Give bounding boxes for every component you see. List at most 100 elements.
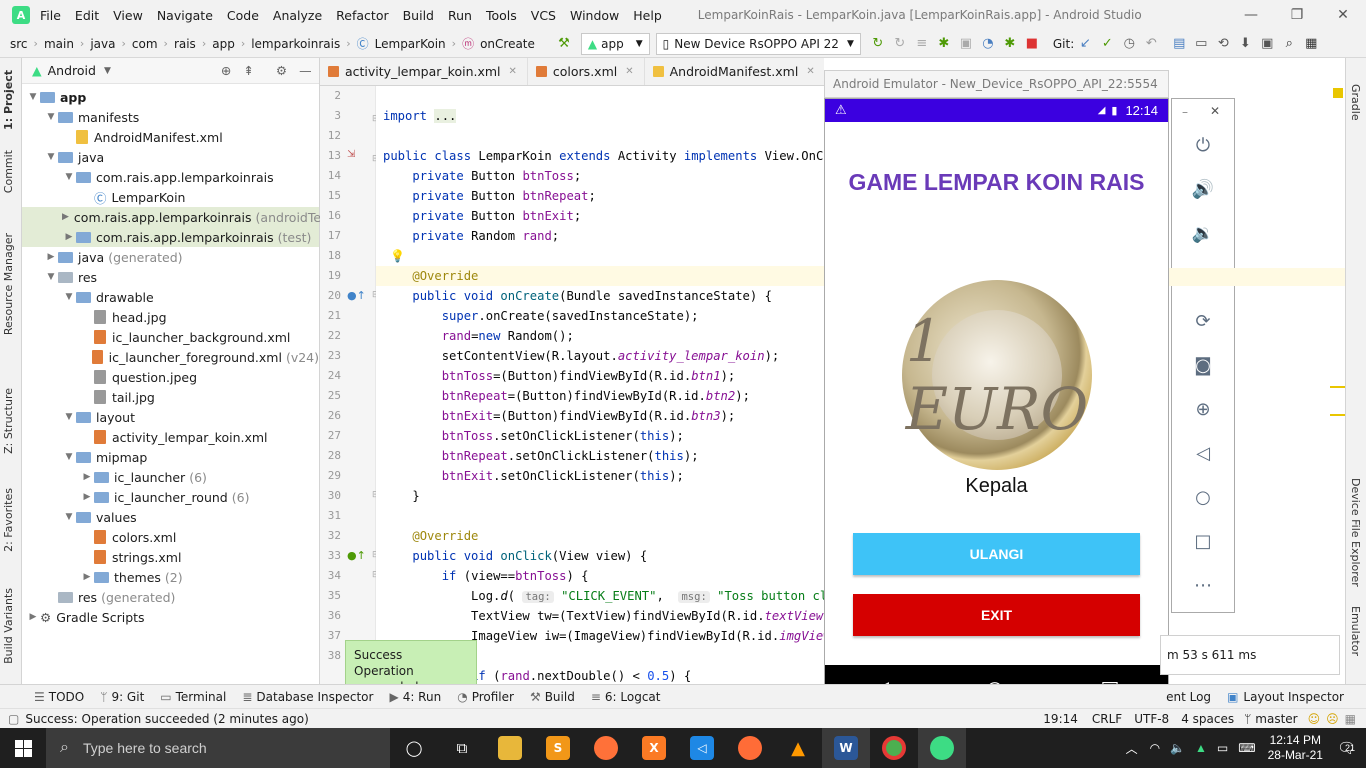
lightbulb-icon[interactable]: 💡 bbox=[390, 249, 405, 263]
chevron-icon[interactable]: ▼ bbox=[62, 512, 76, 522]
tab-device-file-explorer[interactable]: Device File Explorer bbox=[1349, 478, 1362, 587]
exit-button[interactable]: EXIT bbox=[853, 594, 1140, 636]
tool-tab-4-run[interactable]: ▶ 4: Run bbox=[389, 690, 441, 704]
line-separator[interactable]: CRLF bbox=[1092, 712, 1122, 726]
breadcrumb-item[interactable]: rais bbox=[174, 37, 196, 51]
tree-item[interactable]: AndroidManifest.xml bbox=[22, 127, 319, 147]
chevron-icon[interactable]: ▶ bbox=[80, 492, 94, 502]
chevron-icon[interactable]: ▼ bbox=[26, 92, 40, 102]
chevron-icon[interactable]: ▶ bbox=[80, 572, 94, 582]
camera-icon[interactable]: ◙ bbox=[1172, 355, 1234, 376]
tree-item[interactable]: head.jpg bbox=[22, 307, 319, 327]
tab-favorites[interactable]: 2: Favorites bbox=[2, 488, 15, 552]
chevron-icon[interactable]: ▼ bbox=[62, 452, 76, 462]
menu-tools[interactable]: Tools bbox=[486, 8, 517, 23]
chrome-icon[interactable] bbox=[870, 728, 918, 768]
code-editor[interactable]: import ... public class LemparKoin exten… bbox=[376, 86, 825, 684]
firefox-icon[interactable] bbox=[582, 728, 630, 768]
tree-item[interactable]: ▼ java bbox=[22, 147, 319, 167]
tree-item[interactable]: ▼ layout bbox=[22, 407, 319, 427]
tree-item[interactable]: ▶ com.rais.app.lemparkoinrais (androidTest… bbox=[22, 207, 337, 227]
rerun-icon[interactable]: ↻ bbox=[867, 36, 889, 51]
menu-view[interactable]: View bbox=[113, 8, 143, 23]
android-tray-icon[interactable]: ▲ bbox=[1195, 741, 1207, 755]
tree-item[interactable]: ▶ themes (2) bbox=[22, 567, 319, 587]
power-icon[interactable]: ⏻ bbox=[1172, 135, 1234, 156]
locate-icon[interactable]: ⊕ bbox=[221, 63, 231, 78]
history-icon[interactable]: ◷ bbox=[1118, 36, 1140, 51]
maximize-button[interactable]: ❐ bbox=[1274, 0, 1320, 30]
breadcrumb-item[interactable]: LemparKoin bbox=[375, 37, 446, 51]
tool-tab-database-inspector[interactable]: ≣ Database Inspector bbox=[242, 690, 373, 704]
tree-item[interactable]: Ⓒ LemparKoin bbox=[22, 187, 319, 207]
tree-item[interactable]: ▶ ic_launcher (6) bbox=[22, 467, 319, 487]
chevron-icon[interactable]: ▶ bbox=[62, 232, 76, 242]
apply-changes-icon[interactable]: ↻ bbox=[889, 36, 911, 51]
tool-tab-terminal[interactable]: ▭ Terminal bbox=[160, 690, 226, 704]
event-log-tab[interactable]: ent Log bbox=[1166, 690, 1211, 704]
tree-item[interactable]: ▼ manifests bbox=[22, 107, 319, 127]
tab-androidmanifest-xml[interactable]: AndroidManifest.xml ✕ bbox=[645, 58, 824, 85]
tree-item[interactable]: res (generated) bbox=[22, 587, 319, 607]
hammer-icon[interactable]: ⚒ bbox=[553, 36, 575, 51]
status-icon[interactable]: ▢ bbox=[8, 712, 19, 726]
close-tab-icon[interactable]: ✕ bbox=[625, 66, 633, 77]
tab-build-variants[interactable]: Build Variants bbox=[2, 588, 15, 664]
menu-help[interactable]: Help bbox=[633, 8, 662, 23]
caret-position[interactable]: 19:14 bbox=[1043, 712, 1078, 726]
indent-setting[interactable]: 4 spaces bbox=[1181, 712, 1234, 726]
menu-refactor[interactable]: Refactor bbox=[336, 8, 388, 23]
file-encoding[interactable]: UTF-8 bbox=[1134, 712, 1169, 726]
tool-tab-9-git[interactable]: ᛘ 9: Git bbox=[100, 690, 144, 704]
search-icon[interactable]: ⌕ bbox=[1278, 36, 1300, 51]
language-icon[interactable]: ⌨ bbox=[1238, 741, 1255, 755]
breadcrumb-item[interactable]: app bbox=[212, 37, 235, 51]
volume-down-icon[interactable]: 🔉 bbox=[1172, 223, 1234, 244]
breadcrumb-item[interactable]: src bbox=[10, 37, 28, 51]
layout-inspector-tab[interactable]: Layout Inspector bbox=[1243, 690, 1344, 704]
wifi-icon[interactable]: ◠ bbox=[1150, 741, 1160, 755]
attach-debugger-icon[interactable]: ▣ bbox=[955, 36, 977, 51]
chevron-icon[interactable]: ▶ bbox=[62, 212, 69, 222]
more-icon[interactable]: ⋯ bbox=[1172, 575, 1234, 596]
tray-expand-icon[interactable]: ︿ bbox=[1126, 740, 1138, 757]
chevron-down-icon[interactable]: ▼ bbox=[104, 66, 111, 76]
chevron-icon[interactable]: ▼ bbox=[44, 112, 58, 122]
chevron-icon[interactable]: ▼ bbox=[62, 172, 76, 182]
sync-gradle-icon[interactable]: ⟲ bbox=[1212, 36, 1234, 51]
rotate-right-icon[interactable]: ⟳ bbox=[1172, 311, 1234, 332]
tree-item[interactable]: ▶ com.rais.app.lemparkoinrais (test) bbox=[22, 227, 319, 247]
tree-item[interactable]: activity_lempar_koin.xml bbox=[22, 427, 319, 447]
status-message[interactable]: Success: Operation succeeded (2 minutes … bbox=[25, 712, 308, 726]
git-commit-icon[interactable]: ✓ bbox=[1096, 36, 1118, 51]
tree-item[interactable]: ▼ res bbox=[22, 267, 319, 287]
hide-icon[interactable]: — bbox=[299, 63, 312, 78]
tab-project[interactable]: 1: Project bbox=[2, 70, 15, 130]
back-icon[interactable]: ◁ bbox=[1172, 443, 1234, 464]
gear-icon[interactable]: ⚙ bbox=[276, 63, 287, 78]
profile-icon[interactable]: ◔ bbox=[977, 36, 999, 51]
tree-item[interactable]: ▼ mipmap bbox=[22, 447, 319, 467]
overview-icon[interactable]: □ bbox=[1172, 531, 1234, 552]
chevron-icon[interactable]: ▼ bbox=[62, 412, 76, 422]
run-config-select[interactable]: ▲ app ▼ bbox=[580, 32, 650, 55]
memory-icon[interactable]: ▦ bbox=[1345, 712, 1356, 726]
minimize-icon[interactable]: – bbox=[1182, 105, 1188, 119]
tab-resource-manager[interactable]: Resource Manager bbox=[2, 233, 15, 335]
breadcrumb-item[interactable]: main bbox=[44, 37, 74, 51]
taskbar-search[interactable]: ⌕ Type here to search bbox=[46, 728, 390, 768]
class-implements-icon[interactable]: ⇲ bbox=[347, 149, 355, 160]
tree-item[interactable]: ▶ ic_launcher_round (6) bbox=[22, 487, 319, 507]
tree-item[interactable]: colors.xml bbox=[22, 527, 319, 547]
project-structure-icon[interactable]: ▤ bbox=[1168, 36, 1190, 51]
tree-item[interactable]: ▼ drawable bbox=[22, 287, 319, 307]
chevron-icon[interactable]: ▼ bbox=[44, 152, 58, 162]
menu-navigate[interactable]: Navigate bbox=[157, 8, 213, 23]
menu-file[interactable]: File bbox=[40, 8, 61, 23]
close-tab-icon[interactable]: ✕ bbox=[509, 66, 517, 77]
tree-item[interactable]: ic_launcher_foreground.xml (v24) bbox=[22, 347, 319, 367]
menu-build[interactable]: Build bbox=[403, 8, 434, 23]
avd-manager-icon[interactable]: ▭ bbox=[1190, 36, 1212, 51]
success-notification[interactable]: Success Operation succeeded bbox=[345, 640, 477, 694]
battery-tray-icon[interactable]: ▭ bbox=[1217, 741, 1228, 755]
